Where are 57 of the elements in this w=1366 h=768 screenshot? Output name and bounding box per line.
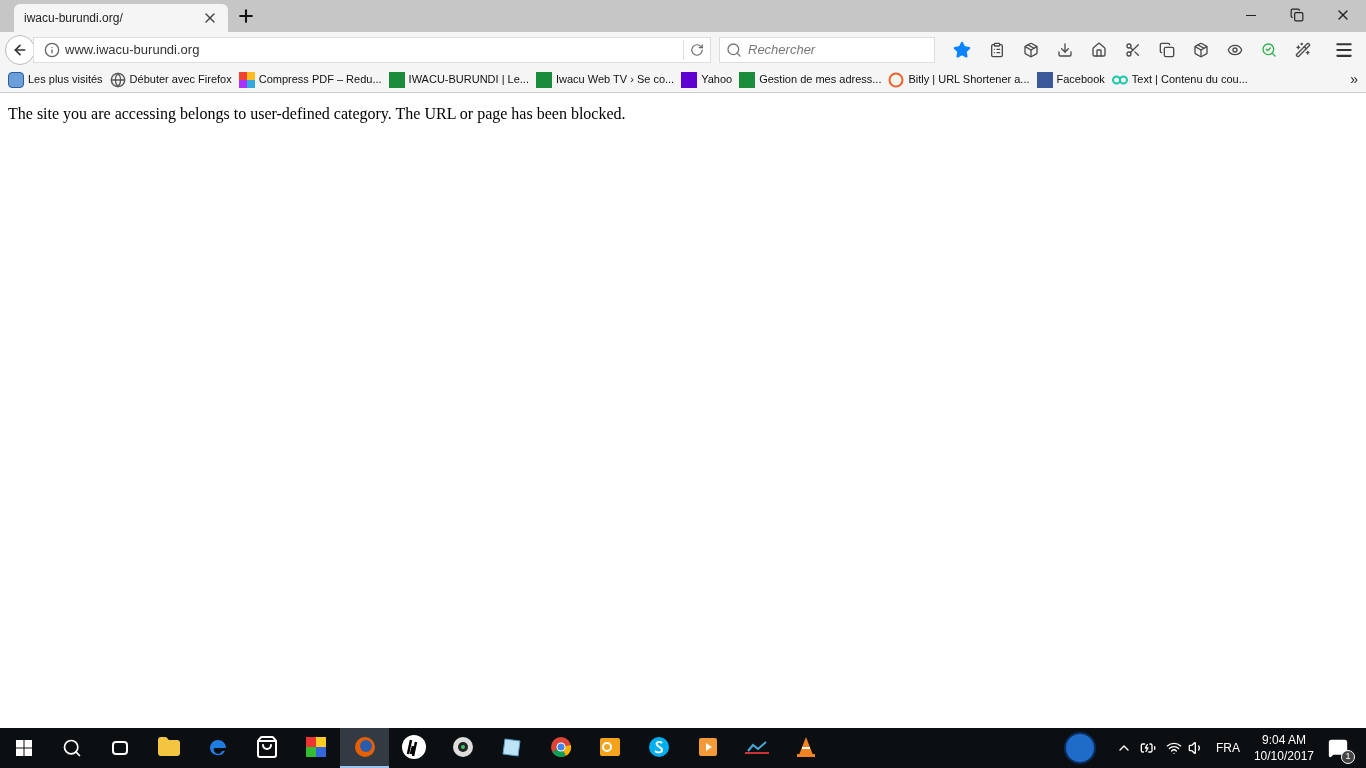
search-icon [62, 738, 82, 758]
bookmark-link[interactable]: Text | Contenu du cou... [1111, 71, 1248, 88]
puzzle-icon [303, 735, 328, 759]
windows-logo-icon [16, 740, 32, 756]
firefox-icon [352, 735, 377, 759]
restore-icon [1290, 8, 1304, 22]
search-bar[interactable]: Rechercher [719, 36, 935, 63]
battery-icon[interactable] [1139, 740, 1156, 756]
bookmark-link[interactable]: Iwacu Web TV › Se co... [536, 71, 675, 88]
notification-count: 1 [1341, 750, 1355, 764]
color-grid-icon [238, 71, 255, 88]
reload-icon[interactable] [690, 42, 704, 57]
site-favicon-icon [739, 71, 756, 88]
clock[interactable]: 9:04 AM 10/10/2017 [1253, 732, 1314, 764]
wifi-icon[interactable] [1165, 740, 1182, 756]
search-field[interactable]: Rechercher [748, 39, 908, 60]
bookmark-link[interactable]: IWACU-BURUNDI | Le... [388, 71, 529, 88]
skype-icon [646, 735, 671, 759]
blocked-page-message: The site you are accessing belongs to user-defined category. The URL or page has been blocked. [8, 104, 627, 125]
bookmark-link[interactable]: Bitly | URL Shortener a... [888, 71, 1030, 88]
webcam-icon [450, 735, 475, 759]
folder-icon [156, 735, 181, 759]
info-icon[interactable] [44, 41, 60, 58]
browser-tab[interactable]: iwacu-burundi.org/ [14, 4, 228, 32]
copy-icon[interactable] [1159, 41, 1175, 58]
bookmark-link[interactable]: Les plus visités [8, 71, 103, 88]
scissors-icon[interactable] [1125, 41, 1141, 58]
globe-icon [109, 71, 126, 88]
back-button[interactable] [5, 34, 35, 65]
url-text: www.iwacu-burundi.org [65, 40, 200, 59]
task-view-icon [112, 741, 128, 755]
notepad-icon [499, 735, 524, 759]
search-icon [726, 41, 742, 58]
notification-icon[interactable] [1328, 738, 1348, 758]
taskbar-app-button[interactable] [340, 728, 389, 768]
reading-list-icon[interactable] [989, 41, 1005, 58]
bookmark-star-icon[interactable] [953, 40, 971, 59]
site-favicon-icon [536, 71, 552, 88]
box-icon[interactable] [1193, 41, 1209, 58]
address-bar[interactable]: www.iwacu-burundi.org [33, 36, 711, 63]
bookmark-link[interactable]: Gestion de mes adress... [739, 71, 882, 88]
bookmark-link[interactable]: Yahoo [681, 71, 733, 88]
chrome-icon [548, 735, 573, 759]
minimize-icon [1246, 14, 1256, 16]
bookmark-link[interactable]: Compress PDF – Redu... [238, 71, 382, 88]
store-bag-icon [254, 735, 279, 759]
more-bookmarks-button[interactable]: » [1350, 69, 1358, 90]
tab-title: iwacu-burundi.org/ [24, 10, 123, 27]
language-indicator[interactable]: FRA [1215, 739, 1240, 757]
site-favicon-icon [388, 71, 405, 88]
plus-icon [236, 6, 256, 26]
bookmark-link[interactable]: Facebook [1036, 71, 1105, 88]
bookmark-link[interactable]: Débuter avec Firefox [109, 71, 232, 88]
download-icon[interactable] [1057, 41, 1073, 58]
wand-icon[interactable] [1295, 41, 1311, 58]
chart-icon [743, 739, 770, 755]
home-icon[interactable] [1091, 41, 1107, 58]
